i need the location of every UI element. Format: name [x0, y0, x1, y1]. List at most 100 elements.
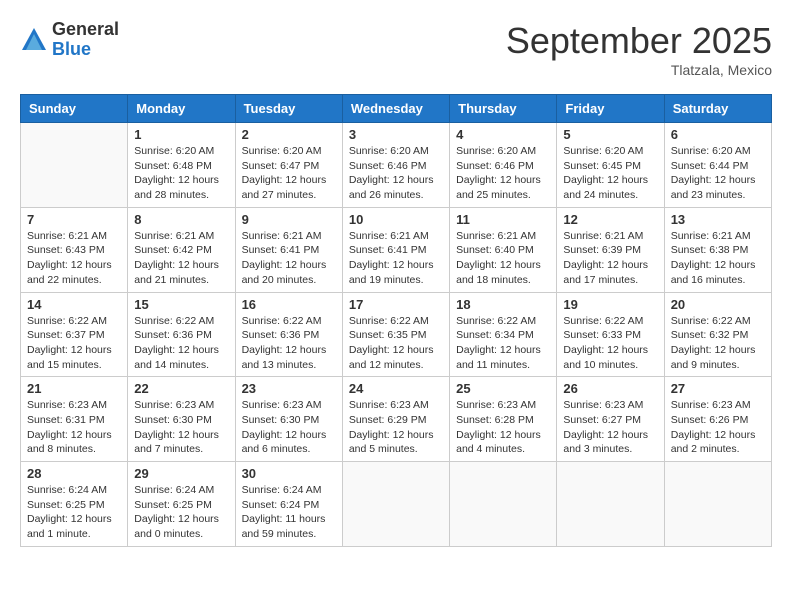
day-number: 1 — [134, 127, 228, 142]
calendar-cell: 7 Sunrise: 6:21 AM Sunset: 6:43 PM Daylig… — [21, 207, 128, 292]
title-block: September 2025 Tlatzala, Mexico — [506, 20, 772, 78]
calendar-cell: 20 Sunrise: 6:22 AM Sunset: 6:32 PM Dayli… — [664, 292, 771, 377]
weekday-header: Thursday — [450, 95, 557, 123]
logo-blue: Blue — [52, 40, 119, 60]
day-info: Sunrise: 6:23 AM Sunset: 6:30 PM Dayligh… — [242, 398, 336, 457]
calendar-cell: 12Sunrise: 6:21 AM Sunset: 6:39 PM Dayli… — [557, 207, 664, 292]
day-info: Sunrise: 6:20 AM Sunset: 6:48 PM Dayligh… — [134, 144, 228, 203]
weekday-header: Wednesday — [342, 95, 449, 123]
calendar-cell: 16 Sunrise: 6:22 AM Sunset: 6:36 PM Dayli… — [235, 292, 342, 377]
calendar-body: 1 Sunrise: 6:20 AM Sunset: 6:48 PM Daylig… — [21, 123, 772, 547]
calendar-cell: 18 Sunrise: 6:22 AM Sunset: 6:34 PM Dayli… — [450, 292, 557, 377]
day-info: Sunrise: 6:21 AM Sunset: 6:41 PM Dayligh… — [349, 229, 443, 288]
day-number: 16 — [242, 297, 336, 312]
day-info: Sunrise: 6:23 AM Sunset: 6:29 PM Dayligh… — [349, 398, 443, 457]
day-number: 24 — [349, 381, 443, 396]
logo-general: General — [52, 20, 119, 40]
day-number: 2 — [242, 127, 336, 142]
day-number: 25 — [456, 381, 550, 396]
day-number: 26 — [563, 381, 657, 396]
weekday-header: Saturday — [664, 95, 771, 123]
calendar-week-row: 1 Sunrise: 6:20 AM Sunset: 6:48 PM Daylig… — [21, 123, 772, 208]
day-number: 9 — [242, 212, 336, 227]
day-info: Sunrise: 6:20 AM Sunset: 6:46 PM Dayligh… — [349, 144, 443, 203]
calendar-cell: 6 Sunrise: 6:20 AM Sunset: 6:44 PM Daylig… — [664, 123, 771, 208]
calendar-cell — [342, 462, 449, 547]
calendar-cell: 22 Sunrise: 6:23 AM Sunset: 6:30 PM Dayli… — [128, 377, 235, 462]
day-number: 18 — [456, 297, 550, 312]
day-number: 21 — [27, 381, 121, 396]
day-info: Sunrise: 6:23 AM Sunset: 6:30 PM Dayligh… — [134, 398, 228, 457]
day-info: Sunrise: 6:20 AM Sunset: 6:47 PM Dayligh… — [242, 144, 336, 203]
day-info: Sunrise: 6:23 AM Sunset: 6:26 PM Dayligh… — [671, 398, 765, 457]
day-number: 12 — [563, 212, 657, 227]
day-number: 27 — [671, 381, 765, 396]
day-number: 8 — [134, 212, 228, 227]
day-info: Sunrise: 6:22 AM Sunset: 6:32 PM Dayligh… — [671, 314, 765, 373]
calendar-week-row: 21 Sunrise: 6:23 AM Sunset: 6:31 PM Dayli… — [21, 377, 772, 462]
logo: General Blue — [20, 20, 119, 60]
page-header: General Blue September 2025 Tlatzala, Me… — [20, 20, 772, 78]
day-number: 13 — [671, 212, 765, 227]
calendar-cell: 25 Sunrise: 6:23 AM Sunset: 6:28 PM Dayli… — [450, 377, 557, 462]
day-number: 3 — [349, 127, 443, 142]
weekday-header: Tuesday — [235, 95, 342, 123]
calendar-header: SundayMondayTuesdayWednesdayThursdayFrid… — [21, 95, 772, 123]
calendar: SundayMondayTuesdayWednesdayThursdayFrid… — [20, 94, 772, 547]
day-info: Sunrise: 6:23 AM Sunset: 6:27 PM Dayligh… — [563, 398, 657, 457]
calendar-cell — [450, 462, 557, 547]
day-info: Sunrise: 6:22 AM Sunset: 6:34 PM Dayligh… — [456, 314, 550, 373]
weekday-row: SundayMondayTuesdayWednesdayThursdayFrid… — [21, 95, 772, 123]
calendar-cell: 5Sunrise: 6:20 AM Sunset: 6:45 PM Daylig… — [557, 123, 664, 208]
day-number: 17 — [349, 297, 443, 312]
day-info: Sunrise: 6:21 AM Sunset: 6:38 PM Dayligh… — [671, 229, 765, 288]
day-info: Sunrise: 6:20 AM Sunset: 6:45 PM Dayligh… — [563, 144, 657, 203]
day-number: 30 — [242, 466, 336, 481]
day-number: 7 — [27, 212, 121, 227]
day-info: Sunrise: 6:22 AM Sunset: 6:36 PM Dayligh… — [242, 314, 336, 373]
day-number: 10 — [349, 212, 443, 227]
day-info: Sunrise: 6:23 AM Sunset: 6:31 PM Dayligh… — [27, 398, 121, 457]
day-number: 4 — [456, 127, 550, 142]
location: Tlatzala, Mexico — [506, 62, 772, 78]
day-number: 22 — [134, 381, 228, 396]
calendar-week-row: 28 Sunrise: 6:24 AM Sunset: 6:25 PM Dayli… — [21, 462, 772, 547]
day-info: Sunrise: 6:23 AM Sunset: 6:28 PM Dayligh… — [456, 398, 550, 457]
day-info: Sunrise: 6:21 AM Sunset: 6:42 PM Dayligh… — [134, 229, 228, 288]
weekday-header: Friday — [557, 95, 664, 123]
day-info: Sunrise: 6:22 AM Sunset: 6:36 PM Dayligh… — [134, 314, 228, 373]
calendar-cell: 1 Sunrise: 6:20 AM Sunset: 6:48 PM Daylig… — [128, 123, 235, 208]
day-number: 28 — [27, 466, 121, 481]
calendar-cell: 23 Sunrise: 6:23 AM Sunset: 6:30 PM Dayli… — [235, 377, 342, 462]
day-info: Sunrise: 6:20 AM Sunset: 6:46 PM Dayligh… — [456, 144, 550, 203]
calendar-week-row: 14 Sunrise: 6:22 AM Sunset: 6:37 PM Dayli… — [21, 292, 772, 377]
day-info: Sunrise: 6:21 AM Sunset: 6:40 PM Dayligh… — [456, 229, 550, 288]
calendar-cell: 26 Sunrise: 6:23 AM Sunset: 6:27 PM Dayli… — [557, 377, 664, 462]
day-info: Sunrise: 6:24 AM Sunset: 6:25 PM Dayligh… — [134, 483, 228, 542]
calendar-cell: 19 Sunrise: 6:22 AM Sunset: 6:33 PM Dayli… — [557, 292, 664, 377]
day-number: 23 — [242, 381, 336, 396]
calendar-cell — [21, 123, 128, 208]
logo-icon — [20, 26, 48, 54]
day-number: 14 — [27, 297, 121, 312]
calendar-cell: 17 Sunrise: 6:22 AM Sunset: 6:35 PM Dayli… — [342, 292, 449, 377]
calendar-cell: 4 Sunrise: 6:20 AM Sunset: 6:46 PM Daylig… — [450, 123, 557, 208]
day-info: Sunrise: 6:22 AM Sunset: 6:33 PM Dayligh… — [563, 314, 657, 373]
weekday-header: Sunday — [21, 95, 128, 123]
calendar-cell: 30Sunrise: 6:24 AM Sunset: 6:24 PM Dayli… — [235, 462, 342, 547]
day-info: Sunrise: 6:22 AM Sunset: 6:37 PM Dayligh… — [27, 314, 121, 373]
day-number: 19 — [563, 297, 657, 312]
calendar-cell: 14 Sunrise: 6:22 AM Sunset: 6:37 PM Dayli… — [21, 292, 128, 377]
day-info: Sunrise: 6:21 AM Sunset: 6:41 PM Dayligh… — [242, 229, 336, 288]
day-info: Sunrise: 6:20 AM Sunset: 6:44 PM Dayligh… — [671, 144, 765, 203]
calendar-cell: 27 Sunrise: 6:23 AM Sunset: 6:26 PM Dayli… — [664, 377, 771, 462]
day-info: Sunrise: 6:21 AM Sunset: 6:43 PM Dayligh… — [27, 229, 121, 288]
calendar-cell: 2 Sunrise: 6:20 AM Sunset: 6:47 PM Daylig… — [235, 123, 342, 208]
calendar-cell: 11Sunrise: 6:21 AM Sunset: 6:40 PM Dayli… — [450, 207, 557, 292]
calendar-cell: 24 Sunrise: 6:23 AM Sunset: 6:29 PM Dayli… — [342, 377, 449, 462]
calendar-cell: 8 Sunrise: 6:21 AM Sunset: 6:42 PM Daylig… — [128, 207, 235, 292]
weekday-header: Monday — [128, 95, 235, 123]
day-info: Sunrise: 6:22 AM Sunset: 6:35 PM Dayligh… — [349, 314, 443, 373]
day-number: 20 — [671, 297, 765, 312]
day-number: 6 — [671, 127, 765, 142]
